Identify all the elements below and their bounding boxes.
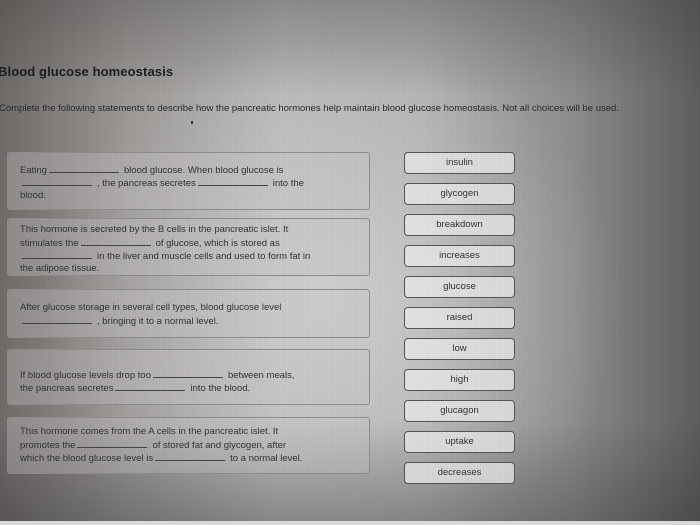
answer-drop-zone[interactable] (77, 438, 148, 448)
statement-line: , the pancreas secretes into the (20, 176, 361, 189)
statement-text: of glucose, which is stored as (155, 238, 280, 249)
statement-text: , bringing it to a normal level. (97, 316, 219, 327)
answer-drop-zone[interactable] (22, 249, 92, 259)
statement-line: , bringing it to a normal level. (20, 314, 361, 327)
choice-tile-glucagon[interactable]: glucagon (404, 400, 515, 422)
statement-line: After glucose storage in several cell ty… (20, 301, 361, 314)
choice-tile-decreases[interactable]: decreases (404, 462, 515, 484)
statement-line: If blood glucose levels drop too between … (20, 368, 361, 381)
statement-text: which the blood glucose level is (20, 453, 154, 464)
statement-text: promotes the (20, 440, 76, 451)
answer-drop-zone[interactable] (155, 451, 226, 461)
mouse-cursor-icon (191, 121, 193, 124)
statement-box: Eating blood glucose. When blood glucose … (7, 152, 370, 210)
page-title: Blood glucose homeostasis (0, 64, 174, 79)
statement-line: promotes the of stored fat and glycogen, … (20, 438, 361, 451)
choice-tile-high[interactable]: high (404, 369, 515, 391)
answer-drop-zone[interactable] (80, 236, 151, 246)
statement-box: If blood glucose levels drop too between … (7, 349, 370, 405)
bottom-edge (0, 521, 700, 525)
choice-tile-low[interactable]: low (404, 338, 515, 360)
statement-text: between meals, (227, 370, 295, 381)
statement-text: This hormone is secreted by the B cells … (20, 224, 289, 235)
choice-tile-raised[interactable]: raised (404, 307, 515, 329)
statement-line: blood. (20, 189, 361, 202)
statement-text: stimulates the (20, 238, 79, 249)
answer-drop-zone[interactable] (115, 381, 186, 391)
statement-box: This hormone comes from the A cells in t… (7, 417, 370, 474)
choice-tile-glycogen[interactable]: glycogen (404, 183, 515, 205)
statement-line: This hormone comes from the A cells in t… (20, 425, 361, 438)
statement-text: Eating (20, 165, 47, 176)
statement-line: This hormone is secreted by the B cells … (20, 223, 361, 236)
statement-text: After glucose storage in several cell ty… (20, 302, 282, 313)
choice-tile-glucose[interactable]: glucose (404, 276, 515, 298)
answer-drop-zone[interactable] (152, 368, 223, 378)
statement-box: After glucose storage in several cell ty… (7, 289, 370, 338)
statement-text: , the pancreas secretes (97, 178, 196, 189)
statement-text: the pancreas secretes (20, 383, 114, 394)
statement-text: blood glucose. When blood glucose is (123, 165, 284, 176)
statement-line: the adipose tissue. (20, 262, 361, 275)
answer-drop-zone[interactable] (22, 314, 92, 324)
statement-text: of stored fat and glycogen, after (152, 440, 287, 451)
statement-text: in the liver and muscle cells and used t… (97, 251, 311, 262)
statement-line: which the blood glucose level is to a nor… (20, 451, 361, 464)
answer-drop-zone[interactable] (22, 176, 92, 186)
statement-line: the pancreas secretes into the blood. (20, 381, 361, 394)
statement-text: This hormone comes from the A cells in t… (20, 426, 279, 437)
choice-tile-uptake[interactable]: uptake (404, 431, 515, 453)
statement-box: This hormone is secreted by the B cells … (7, 218, 370, 276)
statement-text: to a normal level. (230, 453, 303, 464)
statement-text: into the (272, 178, 304, 189)
answer-drop-zone[interactable] (48, 163, 119, 173)
statement-text: If blood glucose levels drop too (20, 370, 151, 381)
answer-drop-zone[interactable] (197, 176, 268, 186)
statement-line: stimulates the of glucose, which is store… (20, 236, 361, 249)
choice-tile-increases[interactable]: increases (404, 245, 515, 267)
statement-line: in the liver and muscle cells and used t… (20, 249, 361, 262)
statement-line: Eating blood glucose. When blood glucose … (20, 163, 361, 176)
statement-text: the adipose tissue. (20, 263, 100, 274)
statement-text: into the blood. (190, 383, 251, 394)
choice-tile-insulin[interactable]: insulin (404, 152, 515, 174)
instructions-text: Complete the following statements to des… (0, 103, 619, 114)
statement-text: blood. (20, 190, 46, 201)
choice-tile-breakdown[interactable]: breakdown (404, 214, 515, 236)
